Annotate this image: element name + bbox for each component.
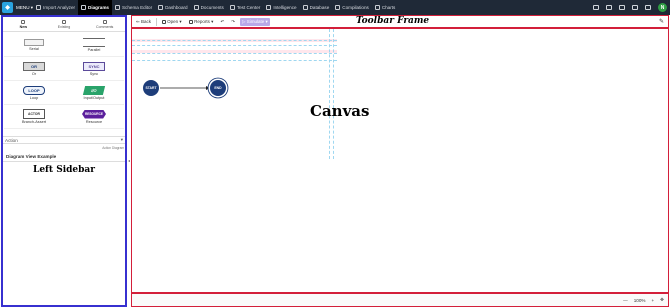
folder-icon[interactable] — [632, 5, 638, 10]
sidebar-tabs: New Existing Comments — [3, 17, 125, 32]
parallel-shape-icon — [83, 37, 105, 47]
zoom-level: 100% — [633, 297, 646, 303]
nav-charts[interactable]: Charts — [372, 0, 399, 15]
action-label: Action — [5, 137, 18, 143]
diagram-view-example-title: Diagram View Example — [3, 152, 125, 162]
palette-item-parallel[interactable]: Parallel — [64, 33, 124, 57]
redo-icon: ↷ — [231, 18, 235, 24]
calendar-icon — [62, 19, 66, 24]
toolbar-frame-overlay-label: Toolbar Frame — [356, 16, 430, 26]
redo-button[interactable]: ↷ — [229, 18, 237, 26]
left-sidebar-overlay-label: Left Sidebar — [32, 165, 96, 175]
report-icon — [188, 19, 193, 24]
nav-intelligence[interactable]: Intelligence — [263, 0, 299, 15]
guide-line — [333, 29, 334, 159]
nav-documents[interactable]: Documents — [191, 0, 227, 15]
toolbar-divider — [156, 17, 157, 26]
nav-schema-editor[interactable]: Schema Editor — [112, 0, 155, 15]
nav-test-center[interactable]: Test Center — [227, 0, 264, 15]
start-node[interactable]: START — [143, 80, 159, 96]
palette-item-branch-assert[interactable]: ACTOR Branch-Assert — [4, 105, 64, 129]
settings-icon[interactable] — [645, 5, 651, 10]
dashboard-icon — [158, 5, 164, 10]
zoom-status-bar: — 100% + ✥ — [131, 293, 669, 307]
share-icon[interactable] — [606, 5, 612, 10]
database-icon — [302, 5, 308, 10]
loop-shape-icon: LOOP — [23, 85, 45, 95]
action-dropdown[interactable]: Action ▾ — [3, 136, 125, 144]
left-sidebar: New Existing Comments Serial Parallel OR… — [1, 15, 127, 307]
document-icon — [193, 5, 199, 10]
undo-button[interactable]: ↶ — [218, 18, 226, 26]
actor-shape-icon: ACTOR — [23, 109, 45, 119]
collapse-sidebar-icon[interactable]: ◂ — [128, 158, 130, 163]
palette-item-or[interactable]: OR Or — [4, 57, 64, 81]
palette-item-sync[interactable]: SYNC Sync — [64, 57, 124, 81]
intelligence-icon — [266, 5, 272, 10]
open-button[interactable]: Open ▾ — [160, 18, 184, 26]
chat-icon[interactable] — [593, 5, 599, 10]
compilation-icon — [335, 5, 341, 10]
nav-compilations[interactable]: Compilations — [332, 0, 372, 15]
nav-database[interactable]: Database — [300, 0, 333, 15]
tab-new[interactable]: New — [3, 17, 44, 31]
palette-item-loop[interactable]: LOOP Loop — [4, 81, 64, 105]
guide-line — [329, 29, 330, 159]
resource-shape-icon: RESOURCE — [82, 109, 106, 119]
notification-icon[interactable] — [619, 5, 625, 10]
undo-icon: ↶ — [220, 18, 225, 24]
tools-icon[interactable]: ✎ — [659, 18, 664, 25]
tab-existing[interactable]: Existing — [44, 17, 85, 31]
end-node[interactable]: END — [210, 80, 226, 96]
folder-open-icon — [161, 19, 166, 24]
back-button[interactable]: ⇐ Back — [134, 18, 153, 26]
reports-button[interactable]: Reports ▾ — [187, 18, 216, 26]
chevron-down-icon: ▾ — [120, 137, 123, 142]
canvas-overlay-label: Canvas — [310, 102, 370, 120]
plus-circle-icon — [21, 19, 26, 24]
app-logo-icon[interactable]: ◆ — [2, 2, 13, 13]
simulate-button[interactable]: ▷ Simulate ▾ — [240, 17, 270, 26]
palette-item-serial[interactable]: Serial — [4, 33, 64, 57]
move-icon[interactable]: ✥ — [660, 297, 664, 303]
or-shape-icon: OR — [23, 61, 45, 71]
sync-shape-icon: SYNC — [83, 61, 105, 71]
shape-palette: Serial Parallel OR Or SYNC Sync LOOP Loo… — [3, 32, 125, 129]
action-diagram-label: Action Diagram — [102, 146, 124, 150]
nav-dashboard[interactable]: Dashboard — [155, 0, 190, 15]
main-menu-button[interactable]: MENU ▾ — [16, 5, 33, 11]
flow-connector — [160, 86, 210, 90]
top-right-actions: N — [593, 0, 667, 15]
user-avatar[interactable]: N — [658, 3, 667, 12]
palette-item-input-output[interactable]: I/O Input/Output — [64, 81, 124, 105]
io-shape-icon: I/O — [82, 85, 106, 95]
test-icon — [229, 5, 235, 10]
zoom-in-button[interactable]: + — [651, 298, 654, 303]
palette-item-resource[interactable]: RESOURCE Resource — [64, 105, 124, 129]
comment-icon — [102, 19, 107, 24]
schema-icon — [114, 5, 120, 10]
zoom-out-button[interactable]: — — [623, 298, 628, 303]
top-navigation-bar: ◆ MENU ▾ Import Analyzer Diagrams Schema… — [0, 0, 670, 15]
serial-shape-icon — [24, 38, 44, 46]
nav-diagrams[interactable]: Diagrams — [78, 0, 112, 15]
tab-comments[interactable]: Comments — [84, 17, 125, 31]
diagram-icon — [81, 5, 87, 10]
chart-icon — [374, 5, 380, 10]
import-icon — [36, 5, 42, 10]
nav-import-analyzer[interactable]: Import Analyzer — [33, 0, 78, 15]
diagram-canvas[interactable]: START END Canvas — [131, 28, 669, 293]
